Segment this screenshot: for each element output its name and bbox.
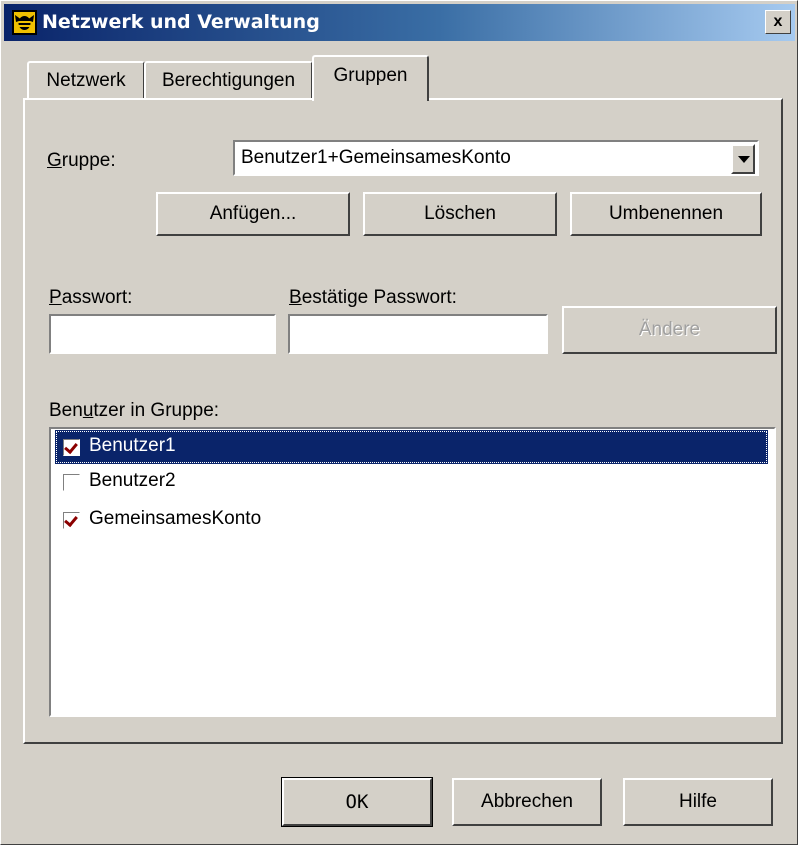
tab-gruppen[interactable]: Gruppen [312,55,429,101]
window-title: Netzwerk und Verwaltung [42,11,320,33]
list-item[interactable]: Benutzer1 [55,430,768,464]
list-item[interactable]: GemeinsamesKonto [55,503,768,537]
title-bar[interactable]: Netzwerk und Verwaltung x [4,4,795,41]
list-item-label: GemeinsamesKonto [89,508,262,529]
tab-berechtigungen[interactable]: Berechtigungen [144,61,313,99]
list-item[interactable]: Benutzer2 [55,465,768,499]
password-label: Passwort: [49,287,133,308]
users-listbox[interactable]: Benutzer1 Benutzer2 GemeinsamesKonto [49,427,776,717]
tab-netzwerk[interactable]: Netzwerk [27,61,145,99]
tab-label: Gruppen [333,65,408,86]
list-item-label: Benutzer2 [89,470,176,491]
users-label: Benutzer in Gruppe: [49,400,220,421]
checkbox[interactable] [63,439,80,456]
confirm-password-label: Bestätige Passwort: [289,287,457,308]
password-field[interactable] [49,314,276,354]
group-selected-value: Benutzer1+GemeinsamesKonto [241,147,511,168]
dialog-window: Netzwerk und Verwaltung x Netzwerk Berec… [0,0,798,845]
help-button[interactable]: Hilfe [623,778,773,826]
cancel-button[interactable]: Abbrechen [452,778,602,826]
group-label: Gruppe: [47,150,116,171]
checkbox[interactable] [63,474,80,491]
password-input[interactable] [51,316,274,352]
group-combobox[interactable]: Benutzer1+GemeinsamesKonto [233,140,759,176]
bee-app-icon [12,10,37,35]
tab-label: Netzwerk [46,70,126,91]
ok-button[interactable]: OK [281,777,433,827]
list-item-label: Benutzer1 [89,435,176,456]
gruppen-panel: Gruppe: Benutzer1+GemeinsamesKonto Anfüg… [23,98,783,744]
checkbox[interactable] [63,512,80,529]
close-icon[interactable]: x [765,10,791,34]
confirm-password-field[interactable] [288,314,548,354]
add-group-button[interactable]: Anfügen... [156,192,350,236]
chevron-down-icon[interactable] [731,144,755,174]
rename-group-button[interactable]: Umbenennen [570,192,762,236]
change-password-button[interactable]: Ändere [562,306,777,354]
delete-group-button[interactable]: Löschen [363,192,557,236]
confirm-password-input[interactable] [290,316,546,352]
tab-label: Berechtigungen [161,70,296,91]
